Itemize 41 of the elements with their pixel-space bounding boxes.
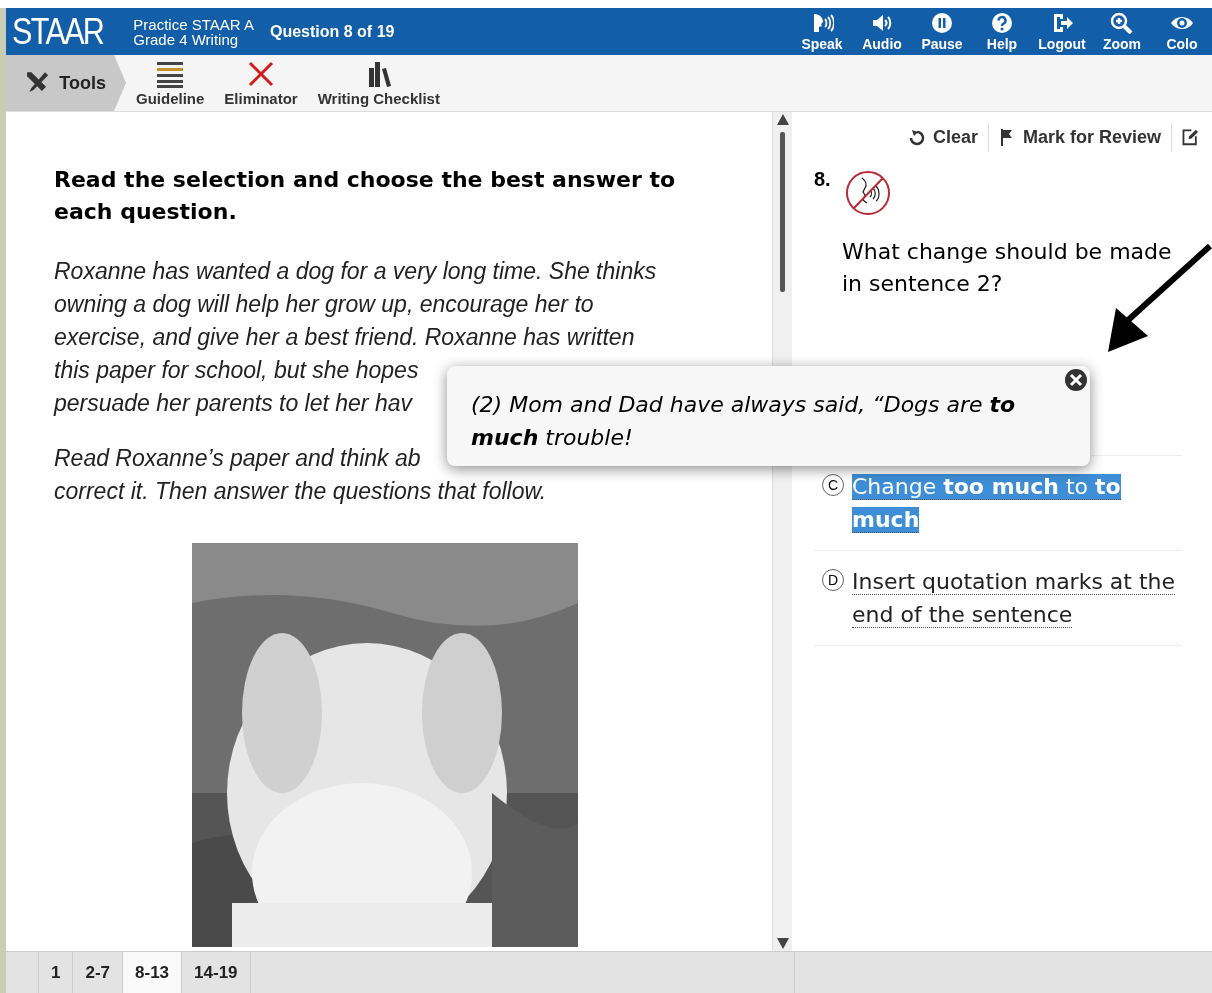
- no-audio-icon: [844, 168, 891, 218]
- question-action-button[interactable]: Clear: [898, 122, 989, 152]
- section-tab[interactable]: 8-13: [122, 952, 182, 993]
- toolbar-button[interactable]: Colo: [1152, 11, 1212, 52]
- toolbar-button[interactable]: Pause: [912, 11, 972, 52]
- toolbar-button[interactable]: Speak: [792, 11, 852, 52]
- undo-icon: [908, 128, 925, 146]
- passage-text: this paper for school, but she hopes: [54, 356, 419, 385]
- passage-text: persuade her parents to let her hav: [54, 389, 412, 418]
- help-icon: [990, 11, 1014, 34]
- edit-icon: [1182, 128, 1198, 146]
- flag-icon: [998, 128, 1015, 146]
- toolbar-button[interactable]: Audio: [852, 11, 912, 52]
- test-title: Practice STAAR A: [133, 16, 254, 32]
- passage-text: exercise, and give her a best friend. Roxanne has written: [54, 323, 635, 352]
- passage-text: correct it. Then answer the questions that follow.: [54, 477, 547, 506]
- lines-icon: [155, 60, 186, 88]
- toolbar-button[interactable]: Zoom: [1092, 11, 1152, 52]
- popover-text: (2) Mom and Dad have always said, “Dogs are to much trouble!: [471, 391, 1017, 452]
- question-counter: Question 8 of 19: [269, 22, 396, 41]
- zoom-icon: [1110, 11, 1134, 34]
- passage-text: Roxanne has wanted a dog for a very long time. She thinks: [54, 257, 657, 286]
- question-action-button[interactable]: Mark for Review: [988, 122, 1172, 152]
- passage-text: owning a dog will help her grow up, encourage her to: [54, 290, 594, 319]
- passage-text: Read Roxanne’s paper and think ab: [54, 444, 421, 473]
- tool-button[interactable]: Guideline: [126, 55, 215, 111]
- x-icon: [246, 60, 276, 88]
- tools-button[interactable]: Tools: [6, 55, 126, 111]
- passage-heading: Read the selection and choose the best answer to each question.: [54, 166, 677, 226]
- question-number: 8.: [814, 168, 831, 191]
- logo: STAAR: [12, 10, 104, 53]
- tool-button[interactable]: Eliminator: [214, 55, 308, 111]
- answer-choice[interactable]: Insert quotation marks at the end of the sentence: [852, 565, 1182, 631]
- test-title: Grade 4 Writing: [133, 31, 240, 47]
- toolbar-button[interactable]: Logout: [1032, 11, 1092, 52]
- question-prompt: What change should be made in sentence 2?: [842, 238, 1173, 298]
- tool-button[interactable]: Writing Checklist: [307, 55, 450, 111]
- toolbar-button[interactable]: Help: [972, 11, 1032, 52]
- scrollbar-thumb[interactable]: [780, 132, 786, 292]
- pause-icon: [930, 11, 954, 34]
- section-tab[interactable]: 14-19: [181, 952, 251, 993]
